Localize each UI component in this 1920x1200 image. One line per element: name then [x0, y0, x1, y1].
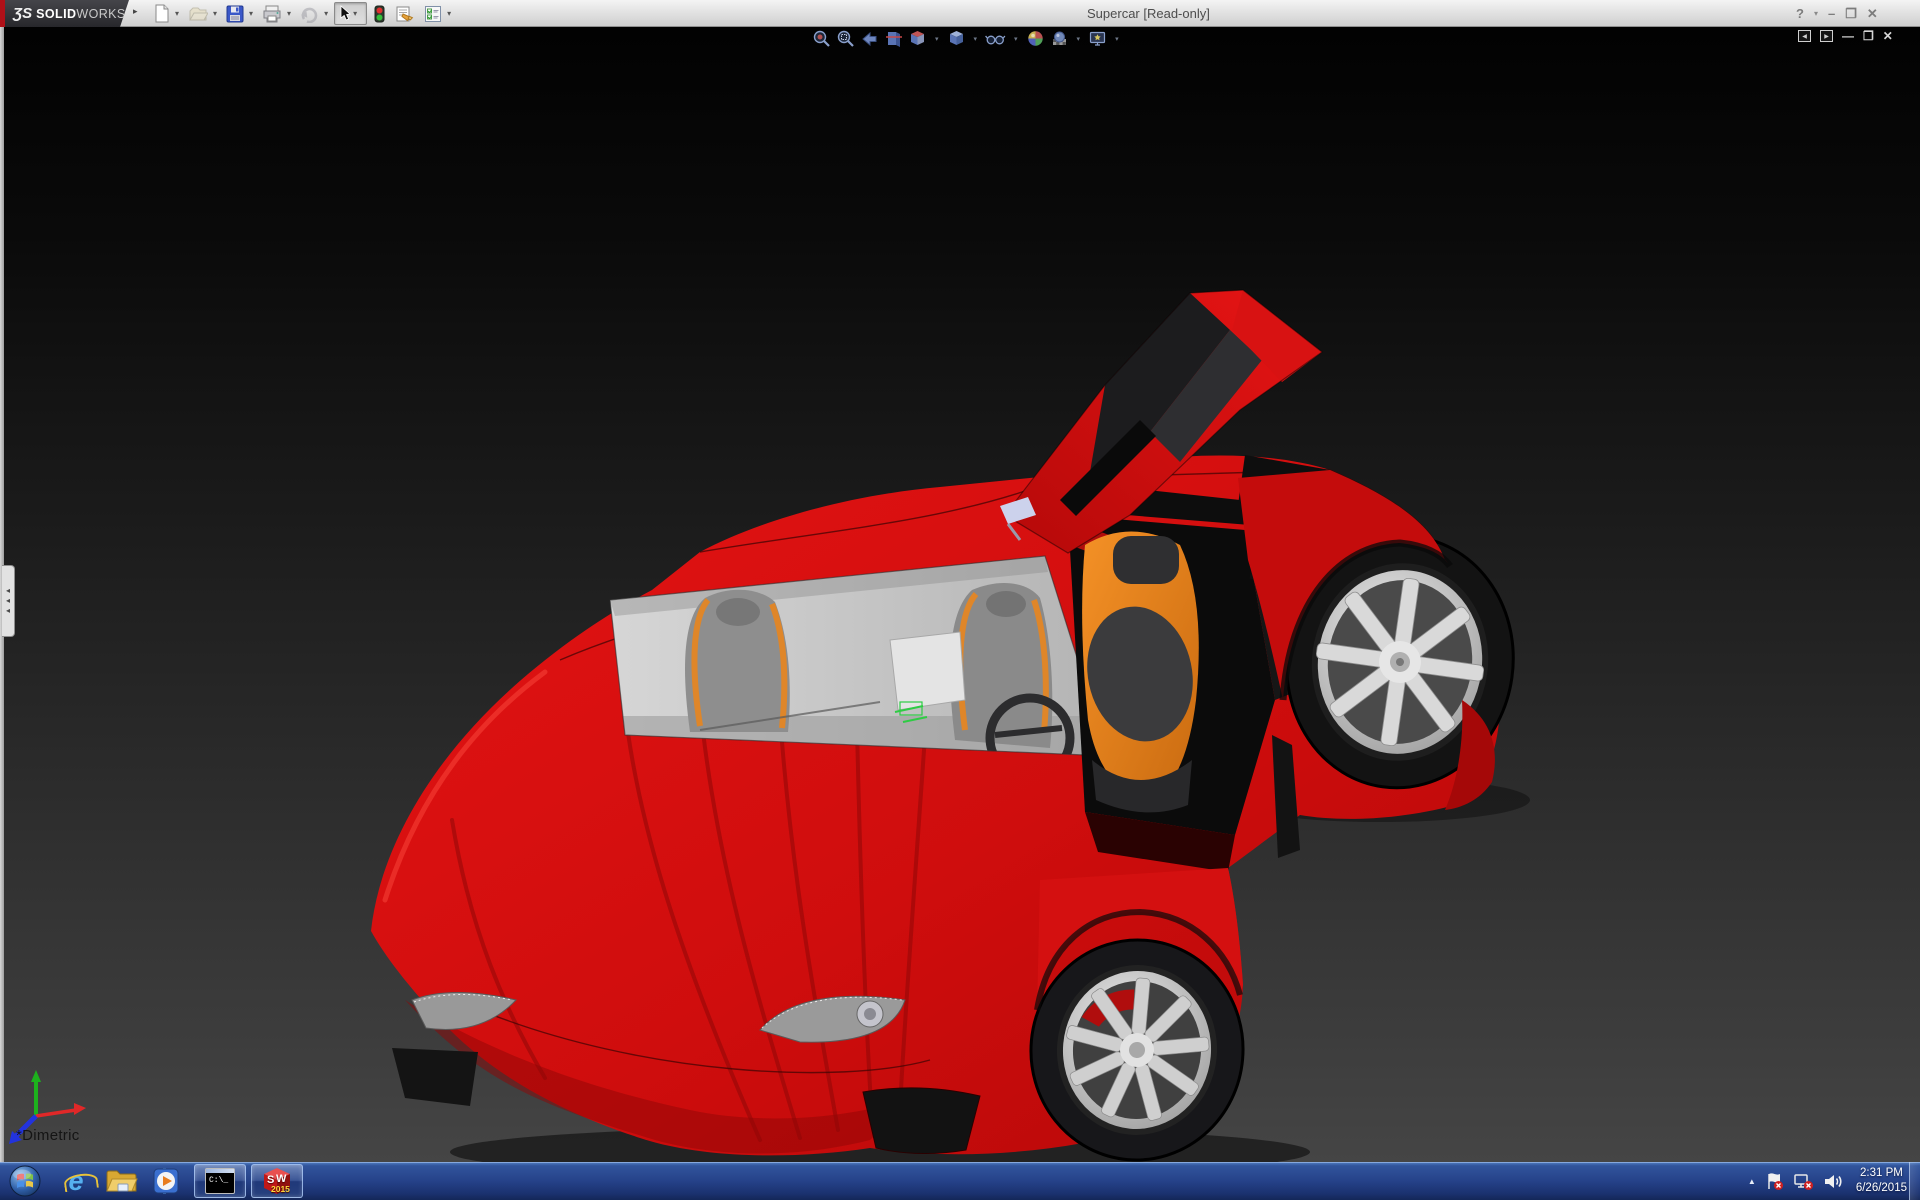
internet-explorer-button[interactable]: e — [53, 1162, 99, 1200]
taskbar-clock[interactable]: 2:31 PM 6/26/2015 — [1856, 1166, 1907, 1196]
collapse-arrow-icon: ◂ — [6, 588, 10, 594]
network-status-icon[interactable] — [1793, 1172, 1814, 1191]
help-button[interactable]: ? — [1796, 6, 1804, 21]
close-button[interactable]: ✕ — [1867, 6, 1878, 22]
solidworks-window: *Dimetric ◂ ◂ ◂ ▾ ▾ ▾ ▾ ▾ ◀ ▶ — ❐ ✕ ƷS — [0, 0, 1920, 1200]
show-desktop-button[interactable] — [1909, 1162, 1920, 1200]
save-button[interactable] — [223, 2, 247, 25]
dropdown-icon[interactable]: ▾ — [1077, 35, 1081, 43]
solidworks-logo: ƷS SOLIDWORKS — [5, 0, 129, 27]
document-window-controls: ◀ ▶ — ❐ ✕ — [1798, 29, 1893, 43]
brand-text-light: WORKS — [76, 7, 125, 21]
windows-explorer-button[interactable] — [99, 1162, 145, 1200]
apply-scene-button[interactable] — [1050, 29, 1069, 48]
standard-toolbar: ▾ ▾ ▾ ▾ ▾ ▾ ▾ — [150, 2, 457, 25]
command-prompt-icon: C:\_ — [205, 1168, 235, 1194]
brand-accent — [0, 0, 5, 27]
view-orientation-label: *Dimetric — [16, 1127, 80, 1144]
dropdown-icon[interactable]: ▾ — [935, 35, 939, 43]
minimize-button[interactable]: – — [1828, 6, 1835, 21]
display-style-button[interactable] — [947, 29, 966, 48]
rebuild-button[interactable] — [371, 2, 388, 25]
volume-icon[interactable] — [1823, 1172, 1843, 1191]
media-player-icon — [153, 1167, 183, 1195]
hide-show-items-button[interactable] — [985, 29, 1006, 48]
dropdown-icon[interactable]: ▾ — [175, 9, 179, 18]
start-button[interactable] — [9, 1162, 41, 1200]
window-title: Supercar [Read-only] — [1087, 6, 1210, 21]
dropdown-icon[interactable]: ▾ — [353, 9, 357, 18]
view-orientation-button[interactable] — [908, 29, 927, 48]
select-tool-button[interactable]: ▾ — [334, 2, 367, 25]
undo-button[interactable] — [297, 2, 322, 25]
collapse-panel-icon[interactable]: ◀ — [1798, 30, 1811, 42]
file-properties-button[interactable] — [392, 2, 417, 25]
document-minimize-button[interactable]: — — [1842, 29, 1854, 43]
open-button[interactable] — [185, 2, 211, 25]
system-tray: ▲ 2:31 PM 6/26/2015 — [1748, 1162, 1907, 1200]
dropdown-icon[interactable]: ▾ — [1115, 35, 1119, 43]
solidworks-mark-icon: ƷS — [13, 5, 32, 22]
title-bar: ƷS SOLIDWORKS ▸ ▾ ▾ ▾ ▾ ▾ ▾ ▾ Supercar [… — [0, 0, 1920, 27]
dropdown-icon[interactable]: ▾ — [249, 9, 253, 18]
new-document-button[interactable] — [150, 2, 173, 25]
previous-view-button[interactable] — [860, 29, 879, 48]
window-controls: ? ▾ – ❐ ✕ — [1796, 0, 1878, 27]
heads-up-toolbar: ▾ ▾ ▾ ▾ ▾ — [812, 29, 1122, 48]
zoom-to-fit-button[interactable] — [812, 29, 831, 48]
solidworks-2015-icon: S W 2015 — [262, 1167, 292, 1195]
featuremanager-splitter-tab[interactable]: ◂ ◂ ◂ — [2, 565, 15, 637]
media-player-button[interactable] — [145, 1162, 191, 1200]
windows-taskbar: e C:\_ S W 2015 ▲ — [0, 1162, 1920, 1200]
graphics-area[interactable] — [0, 27, 1920, 1162]
print-button[interactable] — [259, 2, 285, 25]
dropdown-icon[interactable]: ▾ — [1814, 9, 1818, 18]
options-button[interactable] — [421, 2, 445, 25]
show-hidden-icons-button[interactable]: ▲ — [1748, 1177, 1756, 1186]
dropdown-icon[interactable]: ▾ — [287, 9, 291, 18]
restore-button[interactable]: ❐ — [1845, 6, 1857, 22]
folder-icon — [106, 1168, 138, 1194]
view-settings-button[interactable] — [1088, 29, 1107, 48]
dropdown-icon[interactable]: ▾ — [974, 35, 978, 43]
collapse-arrow-icon: ◂ — [6, 608, 10, 614]
solidworks-taskbar-button[interactable]: S W 2015 — [251, 1164, 303, 1198]
internet-explorer-icon: e — [68, 1166, 83, 1197]
document-restore-button[interactable]: ❐ — [1863, 29, 1874, 43]
zoom-to-area-button[interactable] — [836, 29, 855, 48]
dropdown-icon[interactable]: ▾ — [213, 9, 217, 18]
edit-appearance-button[interactable] — [1026, 29, 1045, 48]
dropdown-icon[interactable]: ▾ — [1014, 35, 1018, 43]
clock-date: 6/26/2015 — [1856, 1181, 1907, 1196]
command-prompt-button[interactable]: C:\_ — [194, 1164, 246, 1198]
section-view-button[interactable] — [884, 29, 903, 48]
brand-text-bold: SOLID — [36, 7, 76, 21]
clock-time: 2:31 PM — [1860, 1166, 1903, 1181]
collapse-arrow-icon: ◂ — [6, 598, 10, 604]
dropdown-icon[interactable]: ▾ — [324, 9, 328, 18]
document-close-button[interactable]: ✕ — [1883, 29, 1893, 43]
dropdown-icon[interactable]: ▾ — [447, 9, 451, 18]
menu-flyout-icon[interactable]: ▸ — [133, 6, 138, 17]
action-center-icon[interactable] — [1765, 1172, 1784, 1191]
expand-panel-icon[interactable]: ▶ — [1820, 30, 1833, 42]
